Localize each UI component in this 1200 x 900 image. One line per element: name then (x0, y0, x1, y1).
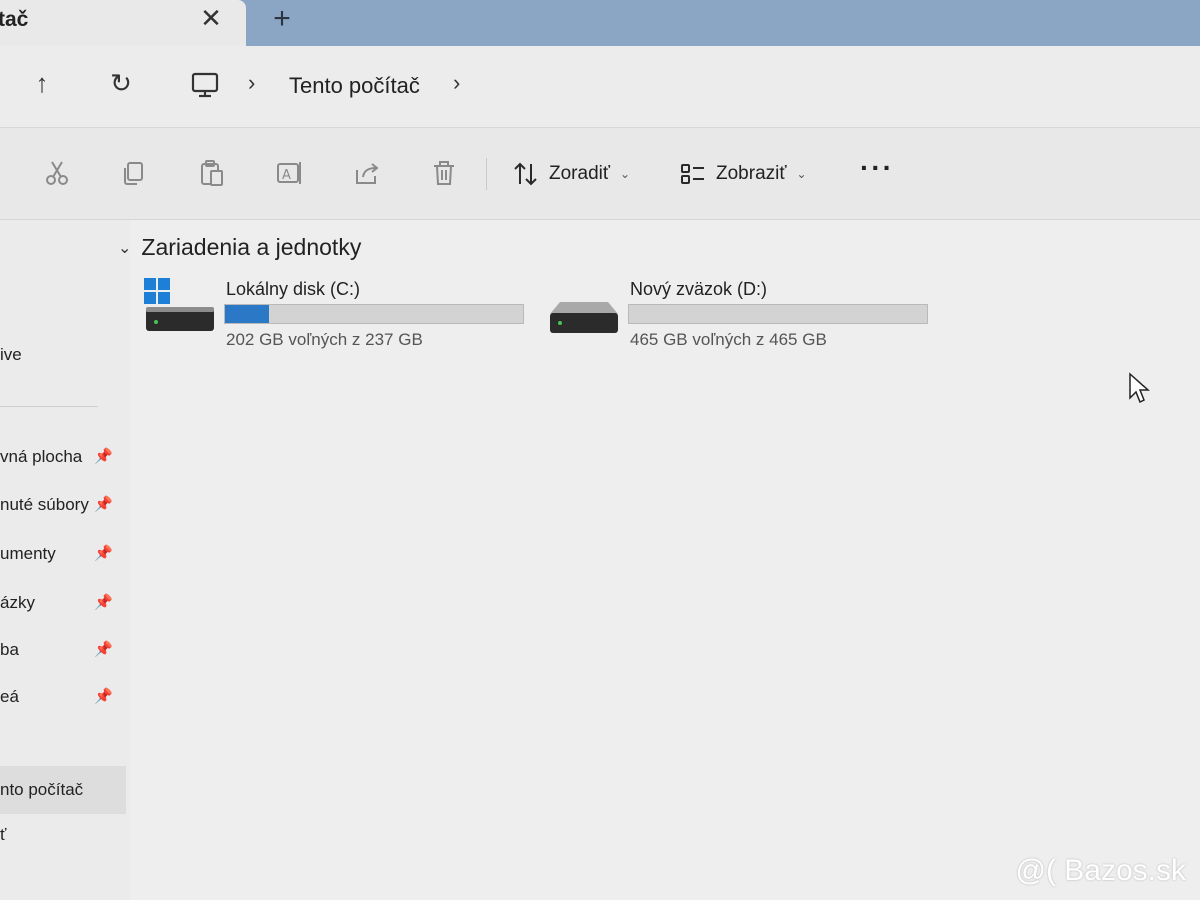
view-button[interactable]: Zobraziť ⌄ (678, 158, 807, 190)
sort-button[interactable]: Zoradiť ⌄ (511, 158, 630, 190)
breadcrumb-current[interactable]: Tento počítač (289, 73, 420, 99)
sidebar-item-label: nuté súbory (0, 495, 89, 514)
tab-strip: tač ✕ + (0, 0, 1200, 46)
cut-icon[interactable] (42, 158, 72, 188)
drive-d[interactable]: Nový zväzok (D:) 465 GB voľných z 465 GB (544, 276, 934, 356)
drive-usage-bar (224, 304, 524, 324)
view-icon (681, 164, 704, 184)
rename-icon[interactable]: A (274, 158, 304, 188)
copy-icon[interactable] (119, 158, 149, 188)
refresh-icon[interactable]: ↻ (106, 66, 136, 100)
sidebar-item-documents[interactable]: umenty 📌 (0, 537, 120, 571)
chevron-down-icon: ⌄ (796, 167, 807, 181)
sidebar-item-onedrive[interactable]: ive (0, 338, 120, 372)
mouse-cursor-icon (1129, 372, 1150, 404)
tab-this-pc[interactable]: tač ✕ (0, 0, 246, 46)
drive-name: Lokálny disk (C:) (226, 279, 361, 299)
watermark: @( Bazos.sk (1015, 854, 1187, 887)
address-bar: ↑ ↻ › Tento počítač › (0, 46, 1200, 128)
drive-free-space: 465 GB voľných z 465 GB (630, 330, 827, 349)
sidebar-divider (0, 406, 98, 407)
sidebar-item-label: vná plocha (0, 447, 83, 466)
paste-icon[interactable] (197, 158, 227, 188)
drive-icon (550, 302, 618, 333)
sidebar-item-label: eá (0, 687, 19, 706)
drive-c[interactable]: Lokálny disk (C:) 202 GB voľných z 237 G… (140, 276, 530, 356)
sidebar-item-label: ť (0, 825, 7, 844)
sort-label: Zoradiť (549, 163, 610, 184)
sidebar-item-label: ázky (0, 593, 35, 612)
pin-icon: 📌 (94, 448, 113, 465)
sidebar-item-desktop[interactable]: vná plocha 📌 (0, 440, 120, 474)
sidebar-item-label: nto počítač (0, 780, 84, 799)
pin-icon: 📌 (94, 496, 113, 513)
section-devices-drives[interactable]: ⌄ Zariadenia a jednotky (118, 234, 361, 261)
up-arrow-icon[interactable]: ↑ (27, 66, 57, 100)
new-tab-button[interactable]: + (268, 4, 296, 34)
sort-icon (514, 162, 537, 186)
close-tab-icon[interactable]: ✕ (198, 4, 224, 32)
sidebar-item-network[interactable]: ť (0, 818, 120, 852)
drive-usage-bar (628, 304, 928, 324)
breadcrumb-separator[interactable]: › (453, 70, 460, 96)
sidebar-item-pictures[interactable]: ázky 📌 (0, 586, 120, 620)
pin-icon: 📌 (94, 641, 113, 658)
breadcrumb-separator[interactable]: › (248, 70, 255, 96)
toolbar-divider (486, 158, 487, 190)
sidebar-item-label: ba (0, 640, 19, 659)
sidebar-item-label: umenty (0, 544, 56, 563)
system-drive-icon (144, 278, 214, 331)
sidebar-item-music[interactable]: ba 📌 (0, 633, 120, 667)
pc-icon[interactable] (190, 70, 220, 100)
delete-icon[interactable] (429, 158, 459, 188)
drive-name: Nový zväzok (D:) (630, 279, 768, 299)
navigation-pane: ive vná plocha 📌 nuté súbory 📌 umenty 📌 … (0, 220, 130, 900)
pin-icon: 📌 (94, 594, 113, 611)
pin-icon: 📌 (94, 688, 113, 705)
drive-free-space: 202 GB voľných z 237 GB (226, 330, 423, 349)
chevron-down-icon: ⌄ (118, 239, 132, 257)
share-icon[interactable] (352, 158, 382, 188)
chevron-down-icon: ⌄ (619, 167, 631, 181)
view-label: Zobraziť (716, 163, 787, 184)
pin-icon: 📌 (94, 545, 113, 562)
sidebar-item-this-pc[interactable]: nto počítač (0, 766, 126, 814)
command-bar: A Zoradiť ⌄ Zobraziť ⌄ ··· (0, 128, 1200, 220)
tab-title: tač (0, 8, 29, 31)
sidebar-item-label: ive (0, 345, 22, 364)
more-options-button[interactable]: ··· (860, 152, 894, 184)
section-title: Zariadenia a jednotky (141, 234, 362, 260)
svg-text:A: A (282, 168, 291, 183)
drive-usage-fill (225, 305, 270, 323)
sidebar-item-downloads[interactable]: nuté súbory 📌 (0, 488, 120, 522)
sidebar-item-videos[interactable]: eá 📌 (0, 680, 120, 714)
